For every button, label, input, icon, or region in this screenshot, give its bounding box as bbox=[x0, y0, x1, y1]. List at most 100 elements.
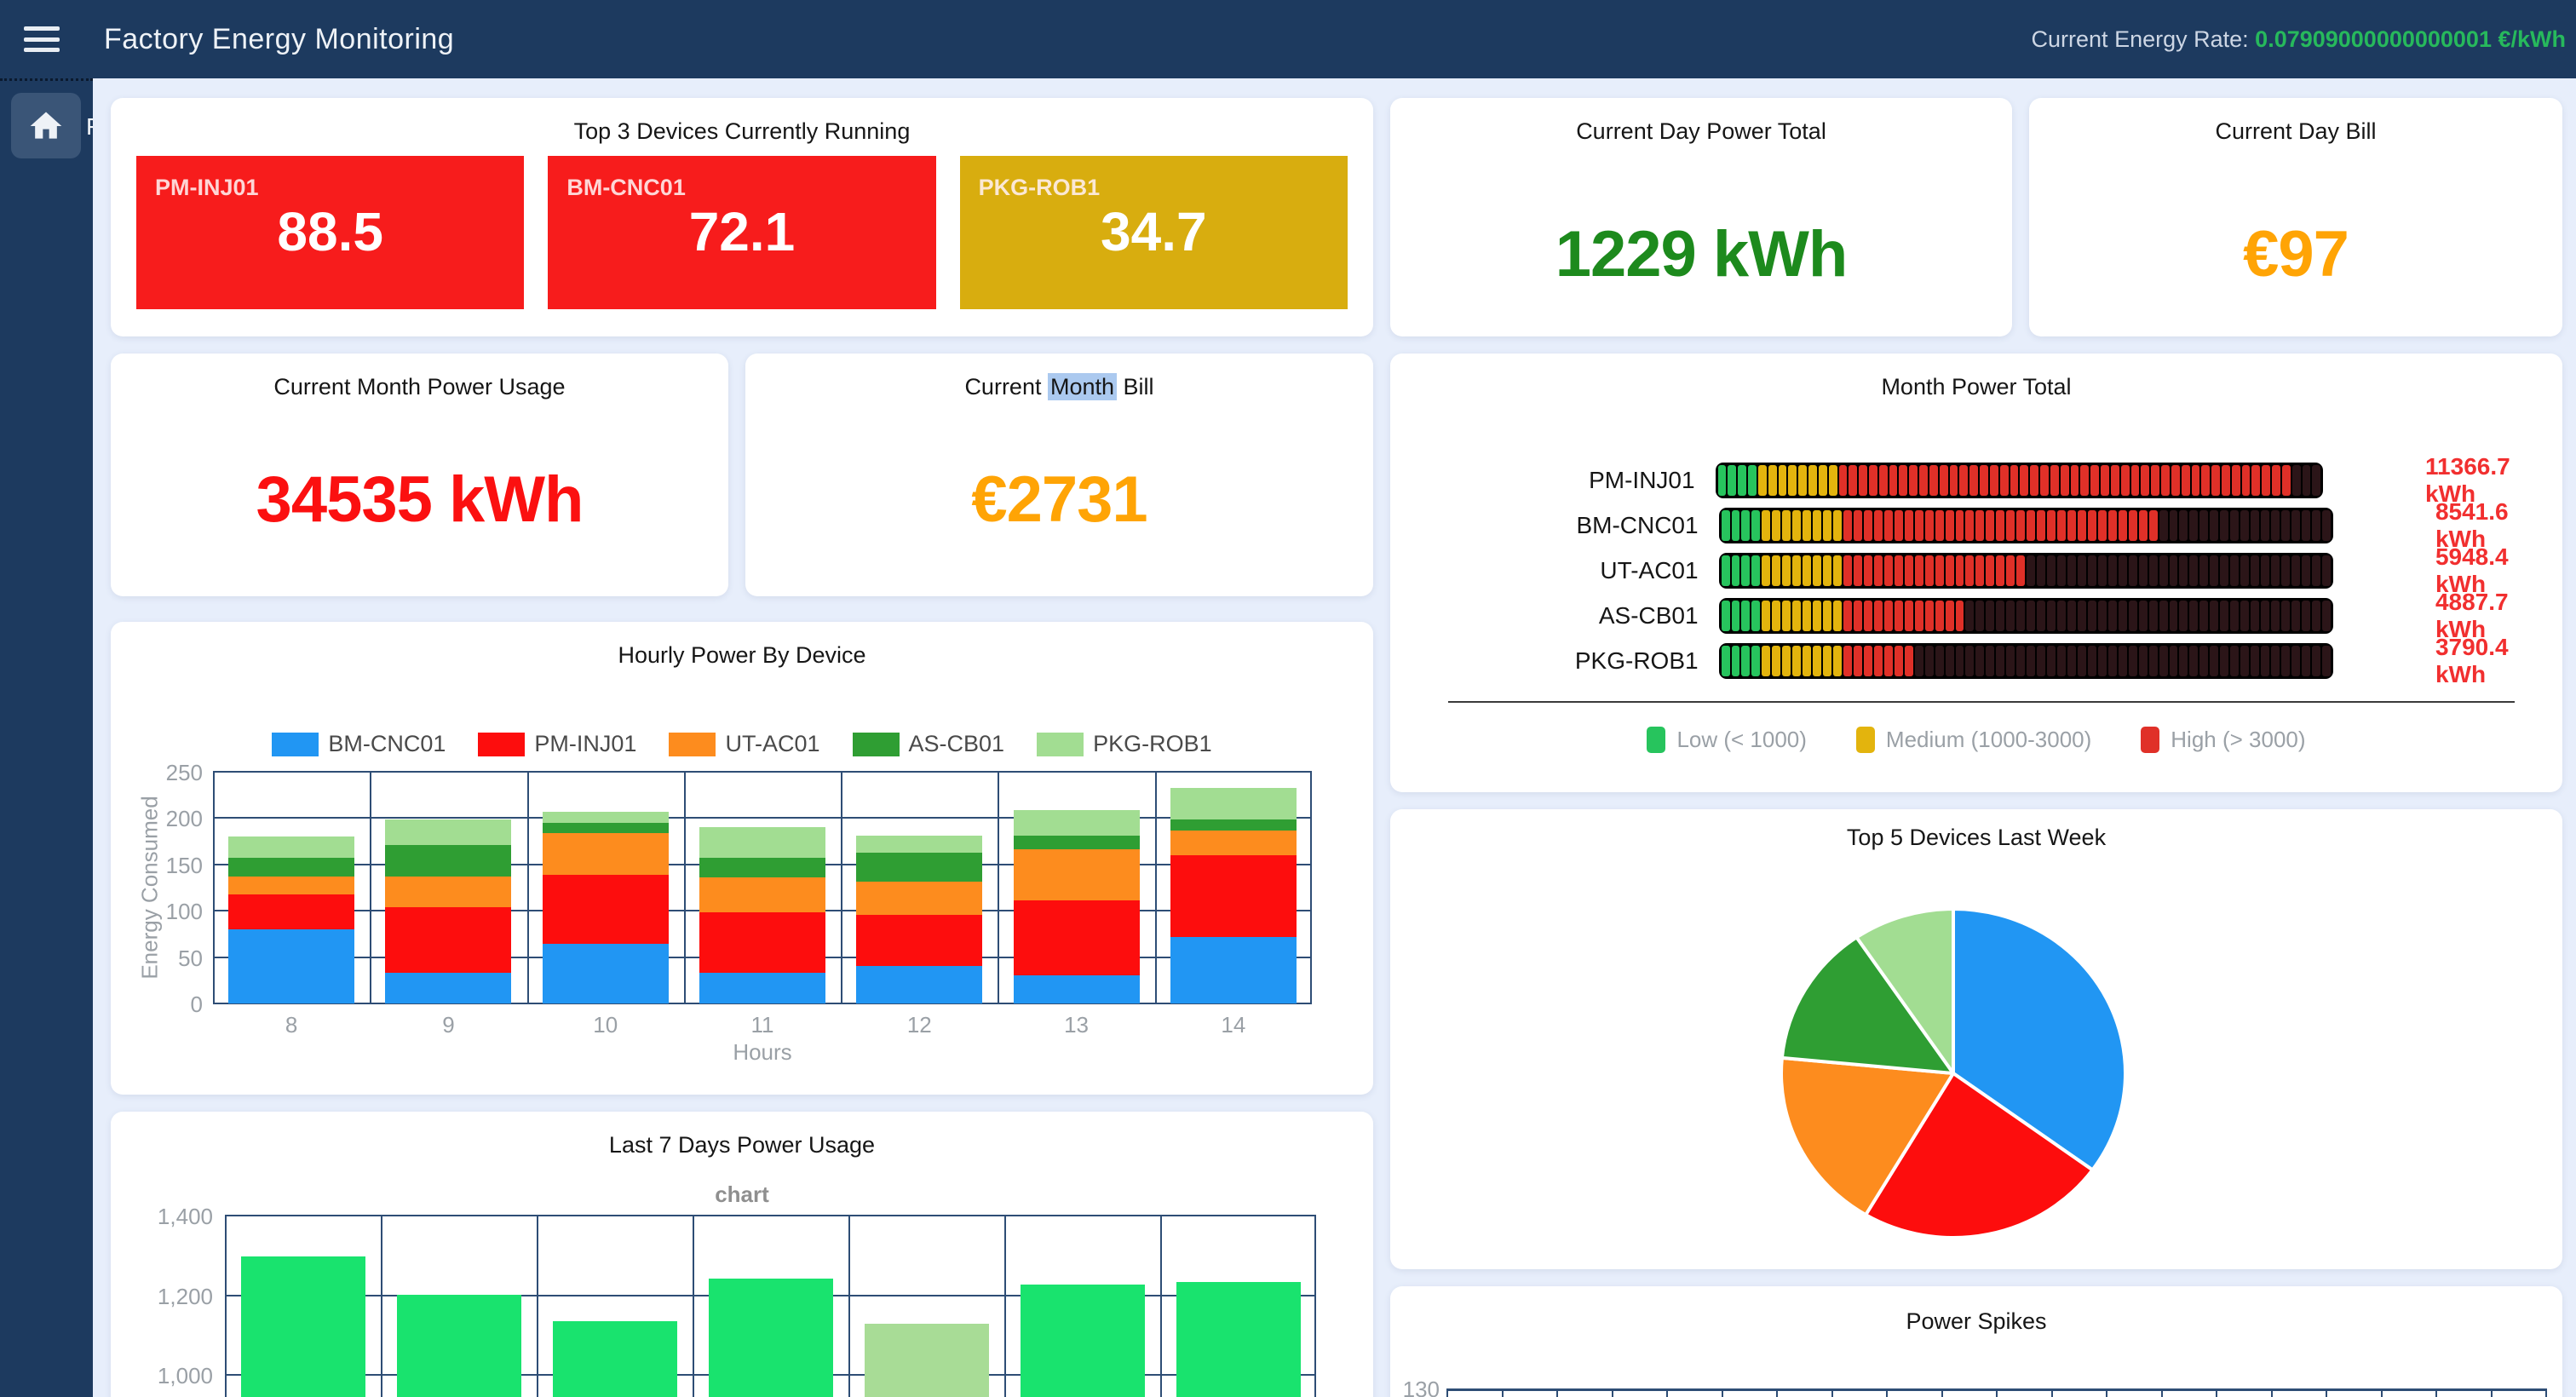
sidebar-item-label-clipped: F bbox=[86, 113, 93, 141]
bar-segment bbox=[1762, 601, 1770, 631]
x-tick-label: 9 bbox=[370, 1012, 526, 1038]
bar-segment bbox=[2271, 646, 2280, 676]
bar-segment bbox=[1813, 510, 1821, 541]
gridline bbox=[381, 1215, 382, 1397]
bar-segment bbox=[1843, 510, 1852, 541]
bar-segment bbox=[2071, 465, 2079, 496]
bar-segment bbox=[2272, 465, 2280, 496]
bar-segment bbox=[1895, 555, 1903, 586]
axis-tick bbox=[2271, 1388, 2273, 1397]
hourly-plot-area bbox=[213, 772, 1312, 1003]
day-bar bbox=[865, 1324, 989, 1397]
main-content[interactable]: Top 3 Devices Currently Running PM-INJ01… bbox=[93, 78, 2576, 1397]
gridline bbox=[225, 1215, 1316, 1216]
bar-segment bbox=[2262, 465, 2270, 496]
bar-segment bbox=[2232, 465, 2240, 496]
bar-segment bbox=[1874, 601, 1883, 631]
bar-segment bbox=[1738, 465, 1746, 496]
bar-segment bbox=[2149, 510, 2158, 541]
legend-label: BM-CNC01 bbox=[328, 731, 446, 757]
x-tick-label: 8 bbox=[213, 1012, 370, 1038]
legend-swatch bbox=[1856, 727, 1875, 753]
bar-segment bbox=[1965, 601, 1974, 631]
bar-segment bbox=[1946, 510, 1954, 541]
bar-segment bbox=[2220, 555, 2228, 586]
segmented-usage-bar bbox=[1719, 643, 2333, 679]
bar-segment bbox=[2088, 601, 2096, 631]
bar-segment bbox=[1986, 510, 1994, 541]
bar-segment bbox=[2291, 646, 2300, 676]
bar-segment bbox=[2159, 555, 2168, 586]
bar-segment bbox=[2119, 601, 2127, 631]
bar-segment bbox=[1965, 646, 1974, 676]
bar-segment bbox=[2139, 601, 2148, 631]
bar-segment bbox=[2161, 465, 2170, 496]
bar-segment bbox=[1915, 601, 1923, 631]
bar-segment bbox=[2016, 601, 2025, 631]
gridline bbox=[1310, 772, 1312, 1003]
bar-segment bbox=[2016, 555, 2025, 586]
bar-segment bbox=[1925, 510, 1934, 541]
energy-rate-value: 0.07909000000000001 bbox=[2255, 26, 2492, 52]
device-total-value: 3790.4 kWh bbox=[2435, 634, 2562, 688]
bar-segment bbox=[2189, 601, 2198, 631]
bar-segment bbox=[1950, 465, 1958, 496]
bar-segment bbox=[1965, 510, 1974, 541]
bar-segment bbox=[1864, 601, 1872, 631]
bar-segment bbox=[2281, 646, 2290, 676]
bar-segment-BM-CNC01 bbox=[1014, 975, 1140, 1003]
bar-segment bbox=[1803, 555, 1811, 586]
bar-segment bbox=[1833, 646, 1842, 676]
bar-segment bbox=[2131, 465, 2140, 496]
bar-segment bbox=[1905, 555, 1913, 586]
bar-segment bbox=[2302, 601, 2310, 631]
bar-segment-PM-INJ01 bbox=[1170, 855, 1297, 937]
bar-segment bbox=[1792, 646, 1801, 676]
bar-segment bbox=[1732, 555, 1740, 586]
bar-segment bbox=[2230, 646, 2239, 676]
bar-segment bbox=[1869, 465, 1877, 496]
bar-segment bbox=[2211, 465, 2220, 496]
bar-segment bbox=[2149, 601, 2158, 631]
top3-tiles: PM-INJ0188.5BM-CNC0172.1PKG-ROB134.7 bbox=[136, 156, 1348, 309]
bar-segment bbox=[1722, 510, 1730, 541]
bar-segment bbox=[2220, 510, 2228, 541]
bar-segment bbox=[2199, 646, 2208, 676]
hamburger-menu-icon[interactable] bbox=[24, 26, 60, 52]
bar-segment bbox=[1925, 646, 1934, 676]
bar-segment bbox=[1864, 510, 1872, 541]
legend-label: Medium (1000-3000) bbox=[1886, 727, 2091, 753]
bar-segment-PM-INJ01 bbox=[856, 915, 982, 967]
bar-segment bbox=[1884, 601, 1893, 631]
day-power-total-value: 1229 kWh bbox=[1390, 217, 2012, 291]
device-label: PM-INJ01 bbox=[1390, 467, 1716, 494]
bar-segment bbox=[1946, 646, 1954, 676]
bar-segment bbox=[2240, 510, 2249, 541]
x-tick-label: 12 bbox=[841, 1012, 998, 1038]
device-tile: PKG-ROB134.7 bbox=[960, 156, 1348, 309]
bar-segment bbox=[1935, 510, 1944, 541]
bar-segment bbox=[1919, 465, 1928, 496]
bar-segment bbox=[2230, 510, 2239, 541]
bar-segment bbox=[2303, 465, 2311, 496]
month-total-legend: Low (< 1000)Medium (1000-3000)High (> 30… bbox=[1390, 727, 2562, 753]
x-tick-label: 14 bbox=[1155, 1012, 1312, 1038]
bar-segment bbox=[1895, 646, 1903, 676]
bar-segment bbox=[1946, 555, 1954, 586]
bar-segment bbox=[1849, 465, 1857, 496]
legend-label: Low (< 1000) bbox=[1676, 727, 1806, 753]
card-title: Current Day Power Total bbox=[1390, 118, 2012, 145]
bar-segment bbox=[2291, 555, 2300, 586]
energy-rate-unit: €/kWh bbox=[2498, 26, 2566, 52]
month-bill-value: €2731 bbox=[745, 463, 1373, 537]
bar-segment bbox=[2040, 465, 2049, 496]
y-tick-label: 1,000 bbox=[141, 1363, 213, 1389]
device-tile: PM-INJ0188.5 bbox=[136, 156, 524, 309]
bar-segment bbox=[2210, 601, 2218, 631]
gridline bbox=[1160, 1215, 1162, 1397]
bar-segment-UT-AC01 bbox=[699, 877, 825, 912]
axis-tick bbox=[2106, 1388, 2107, 1397]
bar-segment bbox=[2129, 555, 2137, 586]
gridline bbox=[693, 1215, 694, 1397]
sidebar-home-button[interactable] bbox=[11, 93, 81, 158]
